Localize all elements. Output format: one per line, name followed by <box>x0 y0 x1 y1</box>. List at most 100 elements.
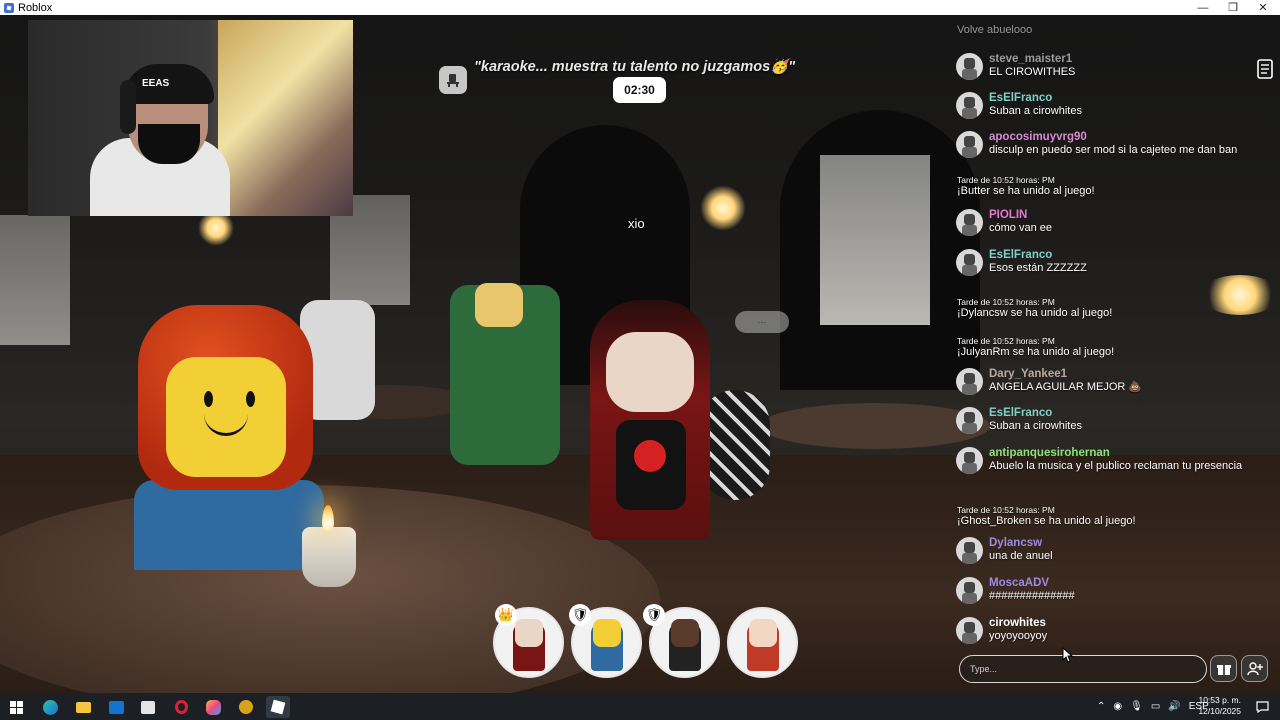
anime-poster <box>218 20 353 216</box>
game-icon[interactable] <box>234 696 258 718</box>
chat-username[interactable]: Dary_Yankee1 <box>989 368 1273 381</box>
chat-message: EsElFranco Esos están ZZZZZZ <box>948 249 1273 276</box>
shield-icon: 🛡 <box>643 604 665 626</box>
minimize-button[interactable]: — <box>1188 0 1218 15</box>
crown-icon: 👑 <box>495 604 517 626</box>
candle <box>302 527 356 587</box>
system-message: Tarde de 10:52 horas: PM ¡Butter se ha un… <box>957 175 1272 198</box>
roblox-icon[interactable] <box>266 696 290 718</box>
chat-message: antipanquesirohernan Abuelo la musica y e… <box>948 447 1273 474</box>
system-message-time: Tarde de 10:52 horas: PM <box>957 297 1055 307</box>
chat-message-text: Suban a cirowhites <box>989 105 1082 117</box>
chat-username[interactable]: MoscaADV <box>989 577 1273 590</box>
chat-avatar[interactable] <box>956 577 983 604</box>
song-timer: 02:30 <box>613 77 666 103</box>
chat-username[interactable]: EsElFranco <box>989 407 1273 420</box>
network-icon[interactable]: ▭ <box>1151 701 1160 712</box>
webcam-overlay: EEAS <box>28 20 353 216</box>
chat-message-text: Esos están ZZZZZZ <box>989 262 1087 274</box>
system-message-time: Tarde de 10:52 horas: PM <box>957 175 1055 185</box>
chat-message-text: una de anuel <box>989 550 1053 562</box>
mouse-cursor-icon <box>1062 647 1074 663</box>
outlook-icon[interactable] <box>104 696 128 718</box>
chat-avatar[interactable] <box>956 209 983 236</box>
chat-avatar[interactable] <box>956 368 983 395</box>
chat-message-text: Abuelo la musica y el publico reclaman t… <box>989 460 1243 472</box>
system-message-time: Tarde de 10:52 horas: PM <box>957 505 1055 515</box>
gift-icon[interactable] <box>1210 655 1237 682</box>
server-title: "karaoke... muestra tu talento no juzgam… <box>474 59 796 75</box>
speaker-icon[interactable]: 🔊 <box>1168 701 1180 712</box>
taskbar-time: 10:53 p. m. <box>1198 695 1241 705</box>
chat-panel[interactable]: Volve abuelooo steve_maister1 EL CIROWITH… <box>948 20 1280 650</box>
chat-username[interactable]: EsElFranco <box>989 249 1273 262</box>
chat-message-text: EL CIROWITHES <box>989 66 1076 78</box>
chat-partial-message: Volve abuelooo <box>957 24 1033 36</box>
chat-username[interactable]: apocosimuyvrg90 <box>989 131 1273 144</box>
chat-message: EsElFranco Suban a cirowhites <box>948 407 1273 434</box>
chair-icon[interactable] <box>439 66 467 94</box>
chevron-up-icon[interactable]: ⌃ <box>1097 701 1105 712</box>
chat-message: cirowhites yoyoyooyoy <box>948 617 1273 644</box>
chat-avatar[interactable] <box>956 131 983 158</box>
chat-input[interactable]: Type... <box>959 655 1207 683</box>
close-button[interactable]: ✕ <box>1248 0 1278 15</box>
chat-username[interactable]: Dylancsw <box>989 537 1273 550</box>
system-tray[interactable]: ⌃ ◉ 🎙 ▭ 🔊 ESP <box>1097 693 1209 720</box>
system-message: Tarde de 10:52 horas: PM ¡Dylancsw se ha … <box>957 297 1272 320</box>
taskbar-clock[interactable]: 10:53 p. m. 12/10/2025 <box>1198 695 1241 717</box>
shield-icon: 🛡 <box>569 604 591 626</box>
system-message-time: Tarde de 10:52 horas: PM <box>957 336 1055 346</box>
edge-icon[interactable] <box>38 696 62 718</box>
chat-avatar[interactable] <box>956 537 983 564</box>
chat-message-text: cómo van ee <box>989 222 1052 234</box>
system-message-text: ¡Ghost_Broken se ha unido al juego! <box>957 515 1136 527</box>
windows-taskbar: ⌃ ◉ 🎙 ▭ 🔊 ESP 10:53 p. m. 12/10/2025 <box>0 693 1280 720</box>
add-friend-icon[interactable] <box>1241 655 1268 682</box>
chat-bubble: ··· <box>735 311 789 333</box>
notifications-icon[interactable] <box>1250 696 1274 718</box>
chat-avatar[interactable] <box>956 53 983 80</box>
avatar-background-head <box>475 283 523 327</box>
chat-avatar[interactable] <box>956 92 983 119</box>
copilot-icon[interactable] <box>201 696 225 718</box>
chat-message: Dary_Yankee1 ANGELA AGUILAR MEJOR 💩 <box>948 368 1273 395</box>
system-message-text: ¡Dylancsw se ha unido al juego! <box>957 307 1113 319</box>
wall-lamp <box>700 185 746 231</box>
chat-username[interactable]: PIOLIN <box>989 209 1273 222</box>
system-message: Tarde de 10:52 horas: PM ¡JulyanRm se ha … <box>957 336 1272 359</box>
chat-username[interactable]: steve_maister1 <box>989 53 1273 66</box>
chat-avatar[interactable] <box>956 407 983 434</box>
camera-icon[interactable]: ◉ <box>1113 701 1122 712</box>
microphone-icon[interactable]: 🎙 <box>1130 701 1143 712</box>
chat-message: Dylancsw una de anuel <box>948 537 1273 564</box>
maximize-button[interactable]: ❐ <box>1218 0 1248 15</box>
chat-message: MoscaADV ############## <box>948 577 1273 604</box>
chat-avatar[interactable] <box>956 617 983 644</box>
window-title: Roblox <box>18 1 53 14</box>
chat-username[interactable]: cirowhites <box>989 617 1273 630</box>
window-titlebar: Roblox — ❐ ✕ <box>0 0 1280 15</box>
chat-message-text: disculp en puedo ser mod si la cajeteo m… <box>989 144 1238 156</box>
chat-message-text: Suban a cirowhites <box>989 420 1082 432</box>
system-message-text: ¡Butter se ha unido al juego! <box>957 185 1095 197</box>
store-icon[interactable] <box>136 696 160 718</box>
window <box>0 215 70 345</box>
player-avatar-redhair <box>130 305 330 570</box>
chat-avatar[interactable] <box>956 249 983 276</box>
file-explorer-icon[interactable] <box>71 696 95 718</box>
roblox-app-icon <box>4 2 14 13</box>
window <box>820 155 930 325</box>
player-avatar-xio <box>570 290 770 630</box>
windows-icon[interactable] <box>4 696 28 718</box>
chat-avatar[interactable] <box>956 447 983 474</box>
chat-message-text: ANGELA AGUILAR MEJOR 💩 <box>989 381 1143 393</box>
system-message: Tarde de 10:52 horas: PM ¡Ghost_Broken se… <box>957 505 1272 528</box>
chat-username[interactable]: antipanquesirohernan <box>989 447 1273 460</box>
chat-message: steve_maister1 EL CIROWITHES <box>948 53 1273 80</box>
opera-icon[interactable] <box>169 696 193 718</box>
chat-username[interactable]: EsElFranco <box>989 92 1273 105</box>
chat-message: apocosimuyvrg90 disculp en puedo ser mod … <box>948 131 1273 158</box>
taskbar-date: 12/10/2025 <box>1198 706 1241 716</box>
singer-seat[interactable] <box>727 607 798 678</box>
